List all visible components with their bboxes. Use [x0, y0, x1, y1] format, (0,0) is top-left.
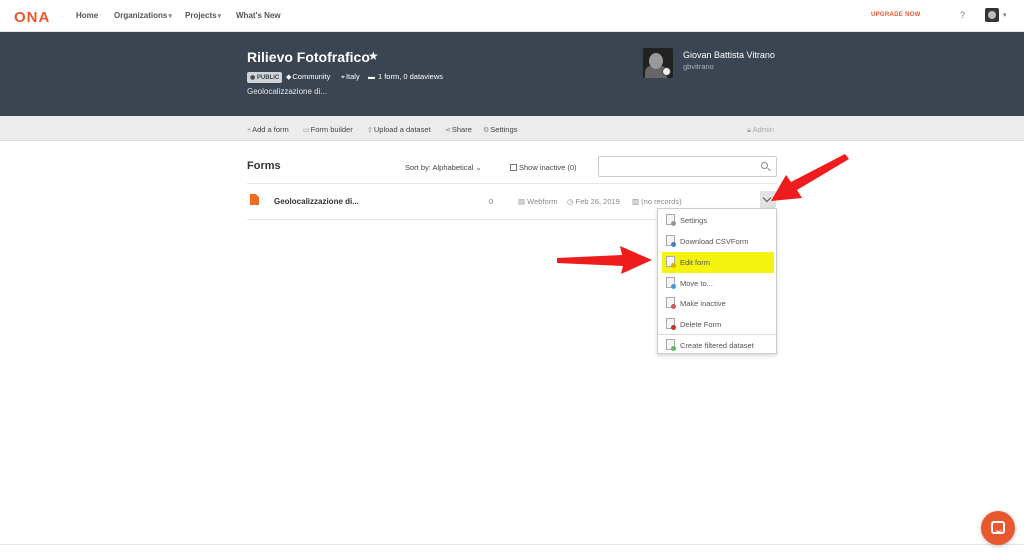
- chat-icon: [991, 521, 1005, 534]
- arrow-to-toggle: [771, 154, 849, 201]
- chat-button[interactable]: [981, 511, 1015, 545]
- footer-divider: [0, 544, 1024, 545]
- red-arrow-icon: [557, 246, 652, 274]
- annotation-arrows: [557, 154, 849, 274]
- arrow-to-edit-form: [557, 246, 652, 274]
- red-arrow-icon: [771, 154, 849, 201]
